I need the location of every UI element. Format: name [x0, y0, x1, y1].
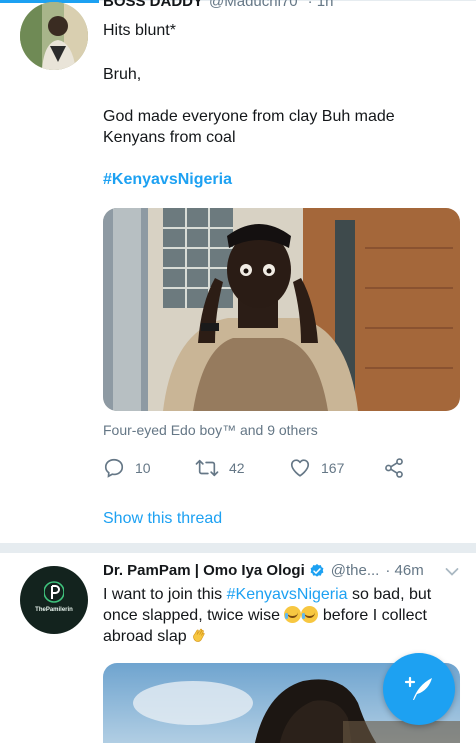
tweet-1-time[interactable]: · 1h	[308, 0, 334, 10]
like-count: 167	[321, 460, 345, 476]
show-thread-link[interactable]: Show this thread	[103, 510, 222, 528]
tweet-2-handle[interactable]: @the...	[331, 562, 380, 579]
tweet-1-handle[interactable]: @Maduchi70	[209, 0, 298, 10]
heart-icon	[289, 457, 311, 479]
share-button[interactable]	[383, 455, 405, 481]
tweet-2-hashtag-link[interactable]: #KenyavsNigeria	[227, 586, 348, 603]
compose-tweet-icon	[404, 676, 432, 700]
share-icon	[383, 457, 405, 479]
tweet-1-avatar[interactable]	[20, 2, 88, 70]
tweet-1-text-line: Hits blunt*	[103, 22, 176, 39]
retweet-icon	[195, 457, 219, 479]
verified-badge-icon	[310, 563, 324, 577]
tweet-1-display-name[interactable]: BOSS DADDY	[103, 0, 203, 10]
tweet-2-avatar[interactable]: ThePamilerin	[20, 566, 88, 634]
tweet-1-action-bar: 10 42 167	[103, 455, 423, 481]
tweet-1-text-line: Bruh,	[103, 66, 142, 83]
tweet-2-text: I want to join this #KenyavsNigeria so b…	[103, 584, 453, 647]
reply-icon	[103, 457, 125, 479]
tweet-1-text-line: God made everyone from clay Buh made Ken…	[103, 108, 395, 146]
tweet-2-time[interactable]: · 46m	[385, 562, 423, 579]
avatar-brand-text: ThePamilerin	[35, 607, 73, 613]
tweet-divider	[0, 543, 476, 553]
reply-count: 10	[135, 460, 151, 476]
tweet-1-hashtag-link[interactable]: #KenyavsNigeria	[103, 171, 232, 189]
tweet-1-media-image[interactable]	[103, 208, 460, 411]
like-button[interactable]: 167	[289, 455, 344, 481]
reply-button[interactable]: 10	[103, 455, 151, 481]
compose-tweet-button[interactable]	[383, 653, 455, 725]
tears-of-joy-emoji-icon	[301, 606, 319, 623]
waving-hand-emoji-icon	[193, 628, 205, 642]
pamilerin-logo-icon	[44, 581, 64, 603]
tweet-1-liked-by[interactable]: Four-eyed Edo boy™ and 9 others	[103, 422, 318, 438]
tears-of-joy-emoji-icon	[284, 606, 302, 623]
tweet-2-header: Dr. PamPam | Omo Iya Ologi @the... · 46m	[103, 562, 424, 579]
chevron-down-icon[interactable]	[445, 567, 459, 577]
tweet-2-display-name[interactable]: Dr. PamPam | Omo Iya Ologi	[103, 562, 305, 579]
retweet-count: 42	[229, 460, 245, 476]
tweet-2-text-segment: I want to join this	[103, 586, 227, 603]
tweet-1-header: BOSS DADDY @Maduchi70 · 1h	[103, 0, 333, 10]
retweet-button[interactable]: 42	[195, 455, 245, 481]
